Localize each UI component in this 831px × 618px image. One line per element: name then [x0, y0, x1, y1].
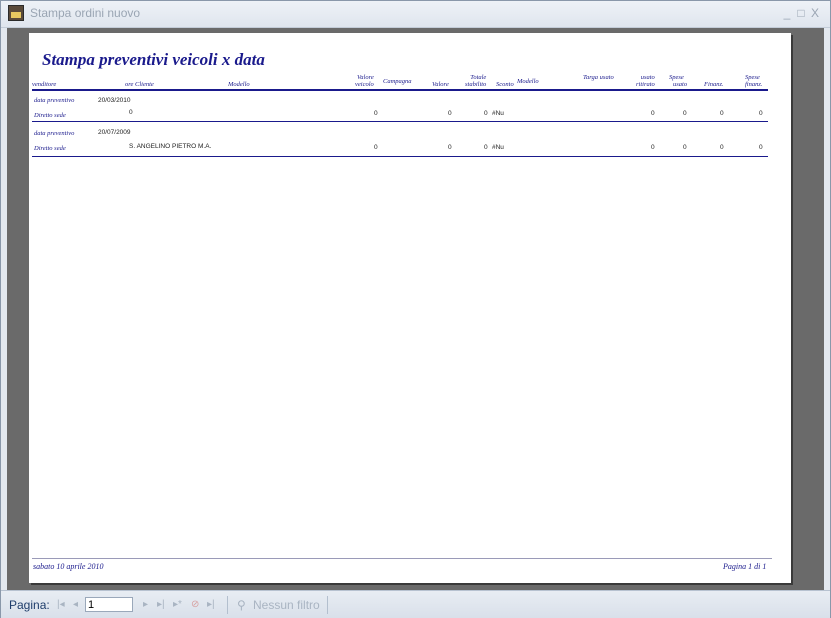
header-totale-line2: stabilito [465, 81, 487, 88]
close-button[interactable]: X [808, 6, 822, 20]
header-spese-usato-line2: usato [673, 81, 688, 88]
header-spese-finanz-line1: Spese [745, 74, 760, 81]
stop-icon[interactable]: ⊘ [191, 599, 199, 610]
group1-valore: 0 [448, 110, 452, 117]
header-valore-veicolo: Valore veicolo [355, 74, 374, 88]
window-title: Stampa ordini nuovo [30, 6, 141, 20]
header-venditore: venditore [32, 81, 57, 88]
last-page-button[interactable]: ▸| [157, 599, 165, 610]
title-bar: Stampa ordini nuovo _ □ X [1, 1, 830, 28]
group2-cliente: S. ANGELINO PIETRO M.A. [129, 143, 212, 150]
group2-date-label: data preventivo [34, 130, 75, 137]
app-report-icon [8, 5, 24, 21]
header-usato-line1: usato [640, 74, 655, 81]
group1-cliente: 0 [129, 109, 133, 116]
group2-spese-finanz: 0 [759, 144, 763, 151]
report-viewport[interactable]: Stampa preventivi veicoli x data vendito… [7, 28, 824, 590]
footer-page-count: Pagina 1 di 1 [723, 562, 767, 571]
header-rule [32, 89, 768, 91]
maximize-button[interactable]: □ [794, 6, 808, 20]
first-page-button[interactable]: |◂ [57, 599, 65, 610]
report-window: Stampa ordini nuovo _ □ X Stampa preventiv… [0, 0, 831, 618]
group2-row-label: Diretto sede [34, 145, 66, 152]
group1-usato-ritirato: 0 [651, 110, 655, 117]
end-button[interactable]: ▸| [207, 599, 215, 610]
header-spese-usato: Spese usato [669, 74, 687, 88]
group2-rule [32, 156, 768, 157]
separator [227, 596, 228, 614]
group1-date-label: data preventivo [34, 97, 75, 104]
footer-rule [32, 558, 772, 559]
group1-rule [32, 121, 768, 122]
new-record-button[interactable]: ▸* [173, 599, 182, 610]
group2-finanz: 0 [720, 144, 724, 151]
header-cliente: Cliente [135, 81, 154, 88]
group2-totale: 0 [484, 144, 488, 151]
filter-status[interactable]: Nessun filtro [253, 598, 320, 612]
header-usato-line2: ritirato [636, 81, 655, 88]
header-campagna: Campagna [383, 78, 412, 85]
group2-valore-veicolo: 0 [374, 144, 378, 151]
group1-finanz: 0 [720, 110, 724, 117]
header-ore: ore [125, 81, 134, 88]
group2-valore: 0 [448, 144, 452, 151]
header-sconto: Sconto [496, 81, 514, 88]
header-modello: Modello [228, 81, 250, 88]
minimize-button[interactable]: _ [780, 6, 794, 20]
group1-totale: 0 [484, 110, 488, 117]
header-totale-stabilito: Totale stabilito [465, 74, 486, 88]
window-controls: _ □ X [780, 6, 822, 20]
header-totale-line1: Totale [470, 74, 487, 81]
group1-valore-veicolo: 0 [374, 110, 378, 117]
header-finanz: Finanz. [704, 81, 724, 88]
report-title: Stampa preventivi veicoli x data [42, 50, 265, 69]
header-usato-ritirato: usato ritirato [636, 74, 655, 88]
header-targa-usato: Targa usato [583, 74, 614, 81]
next-page-button[interactable]: ▸ [143, 599, 148, 610]
group1-sconto: #Nu [492, 110, 504, 117]
header-spese-usato-line1: Spese [669, 74, 684, 81]
previous-page-button[interactable]: ◂ [73, 599, 78, 610]
group2-date-value: 20/07/2009 [98, 129, 131, 136]
header-spese-finanz-line2: finanz. [745, 81, 763, 88]
header-valore: Valore [432, 81, 449, 88]
page-number-input[interactable]: 1 [85, 597, 133, 612]
group1-spese-usato: 0 [683, 110, 687, 117]
group1-date-value: 20/03/2010 [98, 97, 131, 104]
footer-date: sabato 10 aprile 2010 [33, 562, 104, 571]
separator [327, 596, 328, 614]
group1-row-label: Diretto sede [34, 112, 66, 119]
header-valore-veicolo-line2: veicolo [355, 81, 374, 88]
header-spese-finanz: Spese finanz. [745, 74, 763, 88]
header-valore-veicolo-line1: Valore [357, 74, 374, 81]
group2-spese-usato: 0 [683, 144, 687, 151]
page-label: Pagina: [9, 598, 50, 612]
group2-sconto: #Nu [492, 144, 504, 151]
filter-icon[interactable]: ⚲ [237, 598, 246, 612]
header-modello2: Modello [517, 78, 539, 85]
record-navigation-bar: Pagina: |◂ ◂ 1 ▸ ▸| ▸* ⊘ ▸| ⚲ Nessun fil… [1, 590, 830, 618]
group1-spese-finanz: 0 [759, 110, 763, 117]
group2-usato-ritirato: 0 [651, 144, 655, 151]
report-page: Stampa preventivi veicoli x data vendito… [29, 33, 791, 583]
